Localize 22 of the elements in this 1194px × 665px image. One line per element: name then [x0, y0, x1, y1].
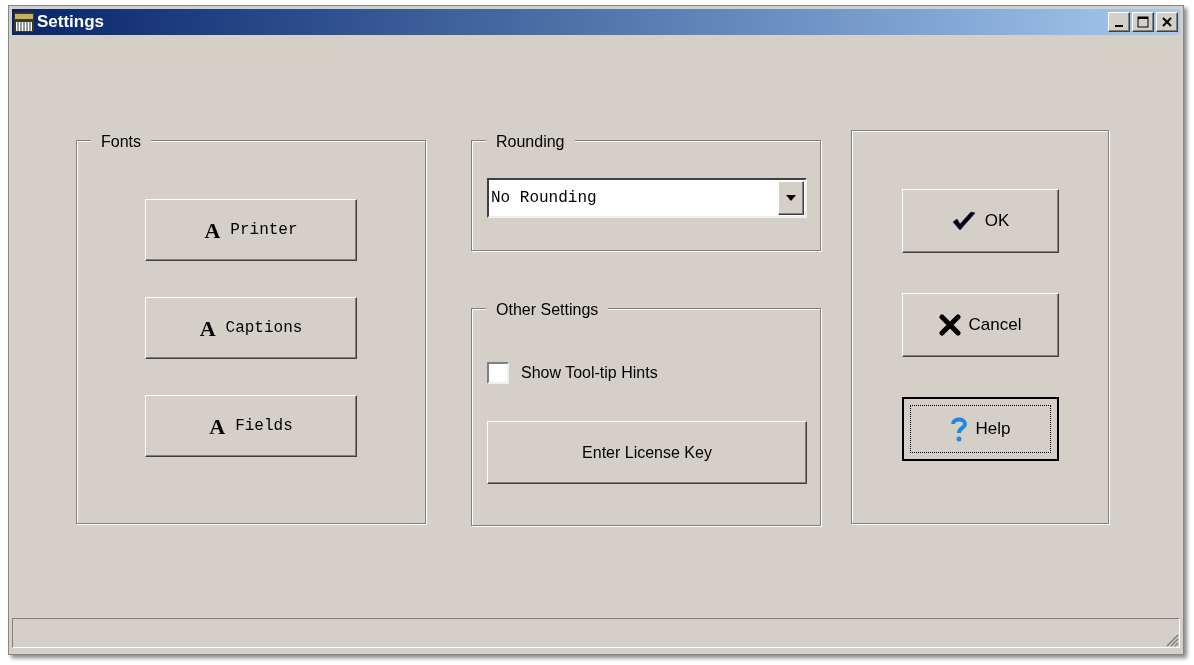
checkbox-label: Show Tool-tip Hints — [521, 363, 658, 383]
license-key-button[interactable]: Enter License Key — [487, 421, 807, 484]
font-button[interactable]: A Captions — [145, 297, 357, 359]
rounding-dropdown[interactable]: No Rounding — [487, 178, 807, 218]
font-button[interactable]: A Printer — [145, 199, 357, 261]
close-icon — [1161, 16, 1173, 28]
x-mark-icon — [938, 314, 961, 336]
minimize-button[interactable] — [1108, 12, 1130, 32]
maximize-icon — [1137, 16, 1149, 28]
window-title: Settings — [37, 11, 105, 34]
question-mark-icon — [949, 416, 968, 442]
dialog-button[interactable]: OK — [901, 189, 1059, 253]
maximize-button[interactable] — [1132, 12, 1154, 32]
dropdown-arrow-icon — [786, 195, 796, 201]
checkmark-icon — [950, 210, 977, 232]
font-button[interactable]: A Fields — [145, 395, 357, 457]
dialog-button[interactable]: Cancel — [901, 293, 1059, 357]
checkbox[interactable] — [487, 362, 509, 384]
dialog-button[interactable]: Help — [901, 397, 1059, 461]
close-button[interactable] — [1156, 12, 1178, 32]
app-icon — [14, 12, 34, 32]
minimize-icon — [1115, 25, 1123, 27]
